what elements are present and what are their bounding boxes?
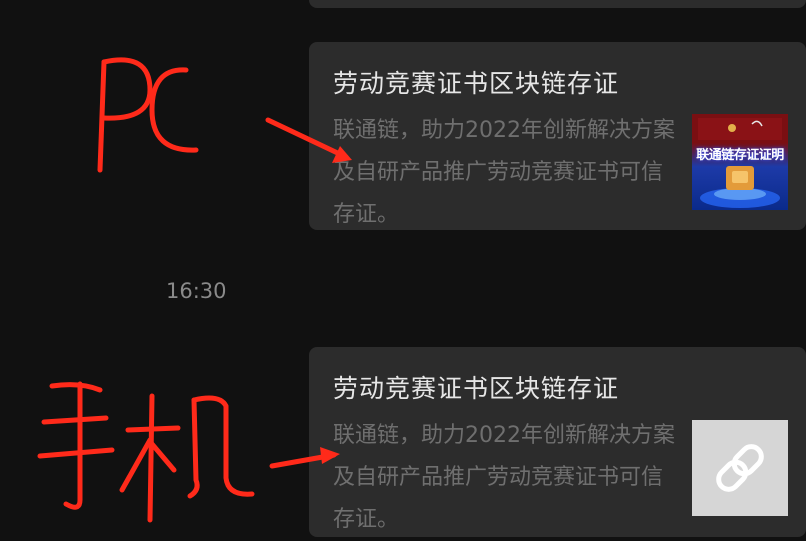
pc-annotation-label [97,57,199,173]
poster-caption: 联通链存证证明 [696,148,784,163]
chat-timestamp: 16:30 [166,279,227,303]
message-title: 劳动竞赛证书区块链存证 [333,374,620,403]
certificate-poster-image: 联通链存证证明 [692,114,788,210]
message-thumbnail [692,420,788,516]
mobile-annotation-label [37,381,255,523]
message-description: 联通链，助力2022年创新解决方案及自研产品推广劳动竞赛证书可信存证。 [333,118,675,227]
message-thumbnail: 联通链存证证明 [692,114,788,210]
link-message-card-mobile[interactable]: 劳动竞赛证书区块链存证 联通链，助力2022年创新解决方案及自研产品推广劳动竞赛… [309,347,806,537]
link-message-card-pc[interactable]: 劳动竞赛证书区块链存证 联通链，助力2022年创新解决方案及自研产品推广劳动竞赛… [309,42,806,230]
message-title: 劳动竞赛证书区块链存证 [333,69,620,98]
message-description: 联通链，助力2022年创新解决方案及自研产品推广劳动竞赛证书可信存证。 [333,423,675,532]
link-icon [716,444,764,492]
previous-message-card[interactable] [309,0,806,8]
